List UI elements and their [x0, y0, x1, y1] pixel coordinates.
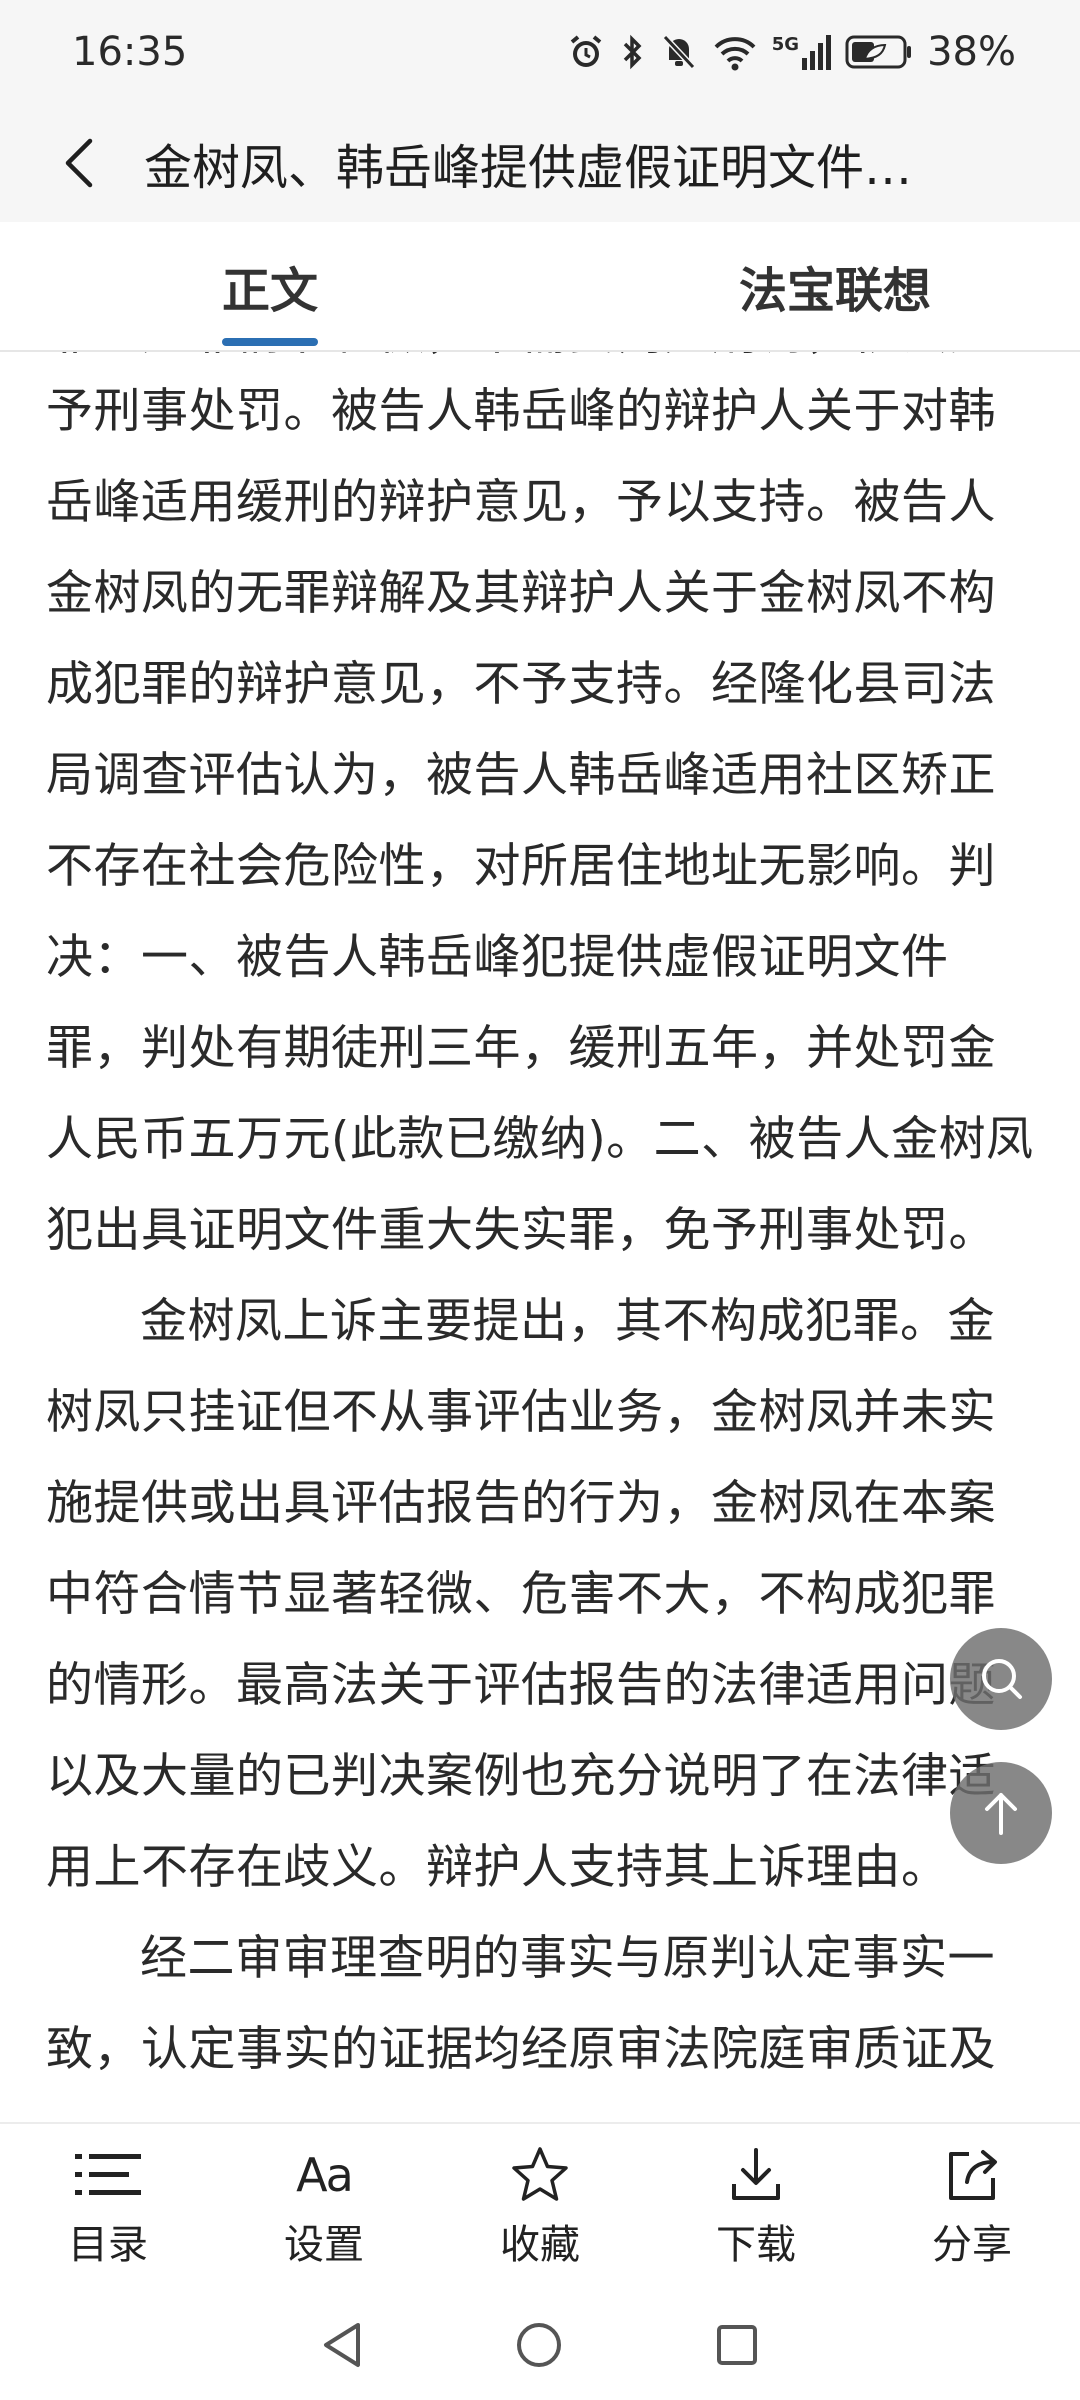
battery-icon: [845, 34, 913, 70]
active-tab-indicator: [222, 338, 318, 346]
arrow-up-icon: [985, 1793, 1017, 1835]
download-button[interactable]: 下载: [648, 2124, 864, 2290]
floating-search-button[interactable]: [950, 1628, 1052, 1730]
list-icon: [73, 2144, 143, 2206]
scroll-to-top-button[interactable]: [950, 1762, 1052, 1864]
signal-5g-icon: 5G: [772, 34, 832, 70]
system-navigation-bar: [0, 2290, 1080, 2400]
settings-button[interactable]: Aa 设置: [216, 2124, 432, 2290]
favorite-button[interactable]: 收藏: [432, 2124, 648, 2290]
favorite-label: 收藏: [500, 2222, 580, 2268]
share-icon: [943, 2144, 1001, 2206]
bottom-toolbar: 目录 Aa 设置 收藏 下载 分享: [0, 2122, 1080, 2290]
mute-icon: [660, 32, 698, 72]
square-recents-icon: [717, 2325, 757, 2365]
article-paragraph: 金树凤上诉主要提出，其不构成犯罪。金树凤只挂证但不从事评估业务，金树凤并未实施提…: [46, 1294, 996, 1895]
share-label: 分享: [932, 2222, 1012, 2268]
font-settings-icon: Aa: [296, 2148, 354, 2202]
tab-bar: 正文 法宝联想: [0, 222, 1080, 352]
nav-back-button[interactable]: [320, 2320, 364, 2370]
tab-main-text[interactable]: 正文: [0, 222, 563, 350]
status-time: 16:35: [72, 29, 188, 75]
toc-button[interactable]: 目录: [0, 2124, 216, 2290]
alarm-icon: [566, 32, 606, 72]
star-icon: [509, 2144, 571, 2206]
nav-home-button[interactable]: [514, 2320, 564, 2370]
battery-percent: 38%: [927, 29, 1016, 75]
article-body[interactable]: 非且无非情节轻微，不需要判处刑罚，依法免 予刑事处罚。被告人韩岳峰的辩护人关于对…: [0, 352, 1080, 2122]
search-icon: [982, 1659, 1022, 1699]
download-label: 下载: [716, 2222, 796, 2268]
back-arrow-icon: [65, 138, 93, 188]
status-icons: 5G 38%: [566, 29, 1016, 75]
article-paragraph: 经二审审理查明的事实与原判认定事实一致，认定事实的证据均经原审法院庭审质证及: [46, 1931, 996, 2077]
tab-fabao-association[interactable]: 法宝联想: [563, 222, 1080, 350]
article-paragraph: 予刑事处罚。被告人韩岳峰的辩护人关于对韩岳峰适用缓刑的辩护意见，予以支持。被告人…: [46, 384, 1034, 1258]
partial-text-line: 非且无非情节轻微，不需要判处刑罚，依法免: [46, 352, 1036, 366]
share-button[interactable]: 分享: [864, 2124, 1080, 2290]
settings-label: 设置: [284, 2222, 364, 2268]
page-title: 金树凤、韩岳峰提供虚假证明文件…: [144, 140, 913, 196]
bluetooth-icon: [620, 32, 646, 72]
circle-home-icon: [517, 2323, 561, 2367]
tab-main-text-label: 正文: [222, 263, 319, 319]
wifi-icon: [712, 32, 758, 72]
triangle-back-icon: [324, 2323, 360, 2367]
download-icon: [728, 2144, 784, 2206]
tab-fabao-association-label: 法宝联想: [739, 263, 932, 319]
toc-label: 目录: [68, 2222, 148, 2268]
top-navigation: 金树凤、韩岳峰提供虚假证明文件…: [0, 104, 1080, 222]
nav-recents-button[interactable]: [714, 2322, 760, 2368]
back-button[interactable]: [40, 123, 120, 203]
status-bar: 16:35 5G 38%: [0, 0, 1080, 104]
